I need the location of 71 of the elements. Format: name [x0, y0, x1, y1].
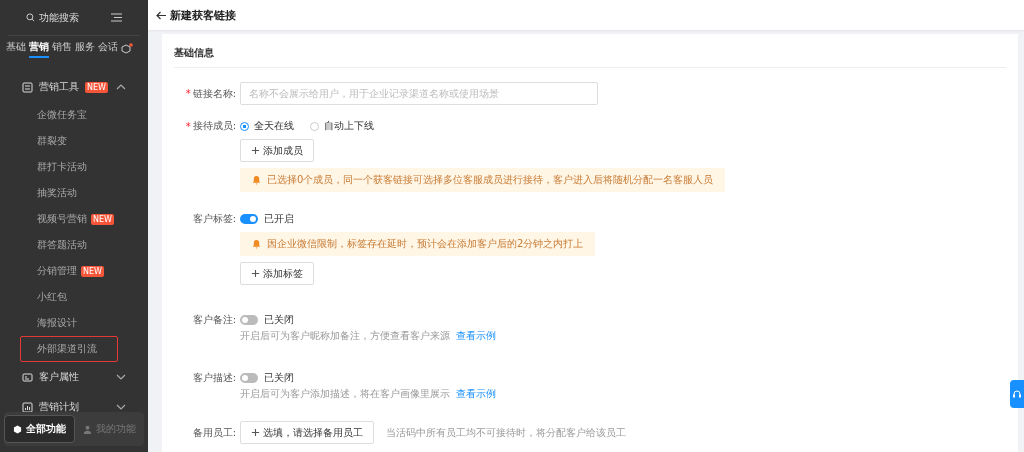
- toggle-switch[interactable]: [240, 373, 258, 383]
- support-button[interactable]: [1010, 380, 1024, 408]
- category-tab[interactable]: 营销: [29, 40, 49, 58]
- warning-alert: 已选择0个成员，同一个获客链接可选择多位客服成员进行接待，客户进入后将随机分配一名客服人员: [240, 168, 726, 192]
- field-label: 客户标签:: [192, 212, 236, 226]
- menu-group-label: 营销工具: [39, 80, 79, 94]
- required-mark: *: [185, 88, 191, 99]
- category-tab[interactable]: 服务: [75, 40, 95, 58]
- cube-icon: [13, 424, 22, 434]
- new-badge: NEW: [91, 213, 114, 225]
- hint-text: 开启后可为客户添加描述，将在客户画像里展示: [240, 387, 450, 401]
- category-tab[interactable]: 销售: [52, 40, 72, 58]
- warning-alert: 因企业微信限制，标签存在延时，预计会在添加客户后的2分钟之内打上: [240, 232, 596, 256]
- card-icon: [22, 371, 33, 383]
- search-icon: [26, 13, 35, 22]
- add-button[interactable]: 添加标签: [240, 262, 314, 285]
- menu-item[interactable]: 群裂变: [20, 128, 118, 154]
- search-field[interactable]: 功能搜索: [26, 10, 79, 25]
- category-tab[interactable]: 基础: [6, 40, 26, 58]
- toggle-state: 已开启: [264, 212, 294, 226]
- field-label: 备用员工:: [192, 425, 236, 440]
- cube-icon[interactable]: [121, 43, 133, 55]
- hint-text: 开启后可为客户昵称加备注，方便查看客户来源: [240, 329, 450, 343]
- chevron-down-icon[interactable]: [116, 374, 126, 380]
- menu-item[interactable]: 海报设计: [20, 310, 118, 336]
- plus-icon: [251, 269, 260, 278]
- add-button[interactable]: 添加成员: [240, 139, 314, 162]
- menu-group[interactable]: 营销工具 NEW: [0, 72, 148, 102]
- menu-item[interactable]: 群打卡活动: [20, 154, 118, 180]
- bell-icon: [252, 239, 261, 249]
- back-arrow-icon[interactable]: [156, 10, 167, 20]
- select-button[interactable]: 选填，请选择备用员工: [240, 421, 374, 444]
- menu-item[interactable]: 企微任务宝: [20, 102, 118, 128]
- bell-icon: [252, 175, 261, 185]
- chart-icon: [22, 401, 33, 412]
- radio-option[interactable]: 全天在线: [240, 119, 294, 133]
- menu-item[interactable]: 视频号营销 NEW: [20, 206, 118, 232]
- section-title: 基础信息: [174, 42, 1006, 68]
- chevron-down-icon[interactable]: [116, 404, 126, 410]
- menu-item[interactable]: 小红包: [20, 284, 118, 310]
- field-label: 客户备注:: [192, 313, 236, 327]
- toggle-state: 已关闭: [264, 371, 294, 385]
- category-tab[interactable]: 会话: [98, 40, 118, 58]
- menu-group-label: 客户属性: [39, 370, 79, 384]
- radio-option[interactable]: 自动上下线: [310, 119, 374, 133]
- menu-item[interactable]: 群答题活动: [20, 232, 118, 258]
- toggle-state: 已关闭: [264, 313, 294, 327]
- chevron-up-icon[interactable]: [116, 84, 126, 90]
- feature-button[interactable]: 全部功能: [4, 415, 75, 443]
- new-badge: NEW: [85, 81, 108, 93]
- page-title: 新建获客链接: [170, 7, 236, 23]
- field-label: 客户描述:: [192, 371, 236, 385]
- plus-icon: [251, 146, 260, 155]
- person-icon: [83, 424, 92, 434]
- menu-group[interactable]: 客户属性: [0, 362, 148, 392]
- menu-group-label: 营销计划: [39, 400, 79, 412]
- menu-group[interactable]: 营销计划: [0, 392, 148, 412]
- menu-item[interactable]: 分销管理 NEW: [20, 258, 118, 284]
- menu-item[interactable]: 抽奖活动: [20, 180, 118, 206]
- field-label: 链接名称:: [192, 86, 236, 101]
- list-icon: [22, 81, 33, 93]
- menu-item[interactable]: 外部渠道引流: [20, 336, 118, 362]
- hint-text: 当活码中所有员工均不可接待时，将分配客户给该员工: [386, 425, 626, 440]
- plus-icon: [251, 428, 260, 437]
- toggle-switch[interactable]: [240, 315, 258, 325]
- new-badge: NEW: [81, 265, 104, 277]
- headset-icon: [1012, 389, 1022, 399]
- field-label: 接待成员:: [192, 119, 236, 133]
- toggle-switch[interactable]: [240, 214, 258, 224]
- required-mark: *: [185, 120, 191, 132]
- menu-icon[interactable]: [111, 13, 122, 22]
